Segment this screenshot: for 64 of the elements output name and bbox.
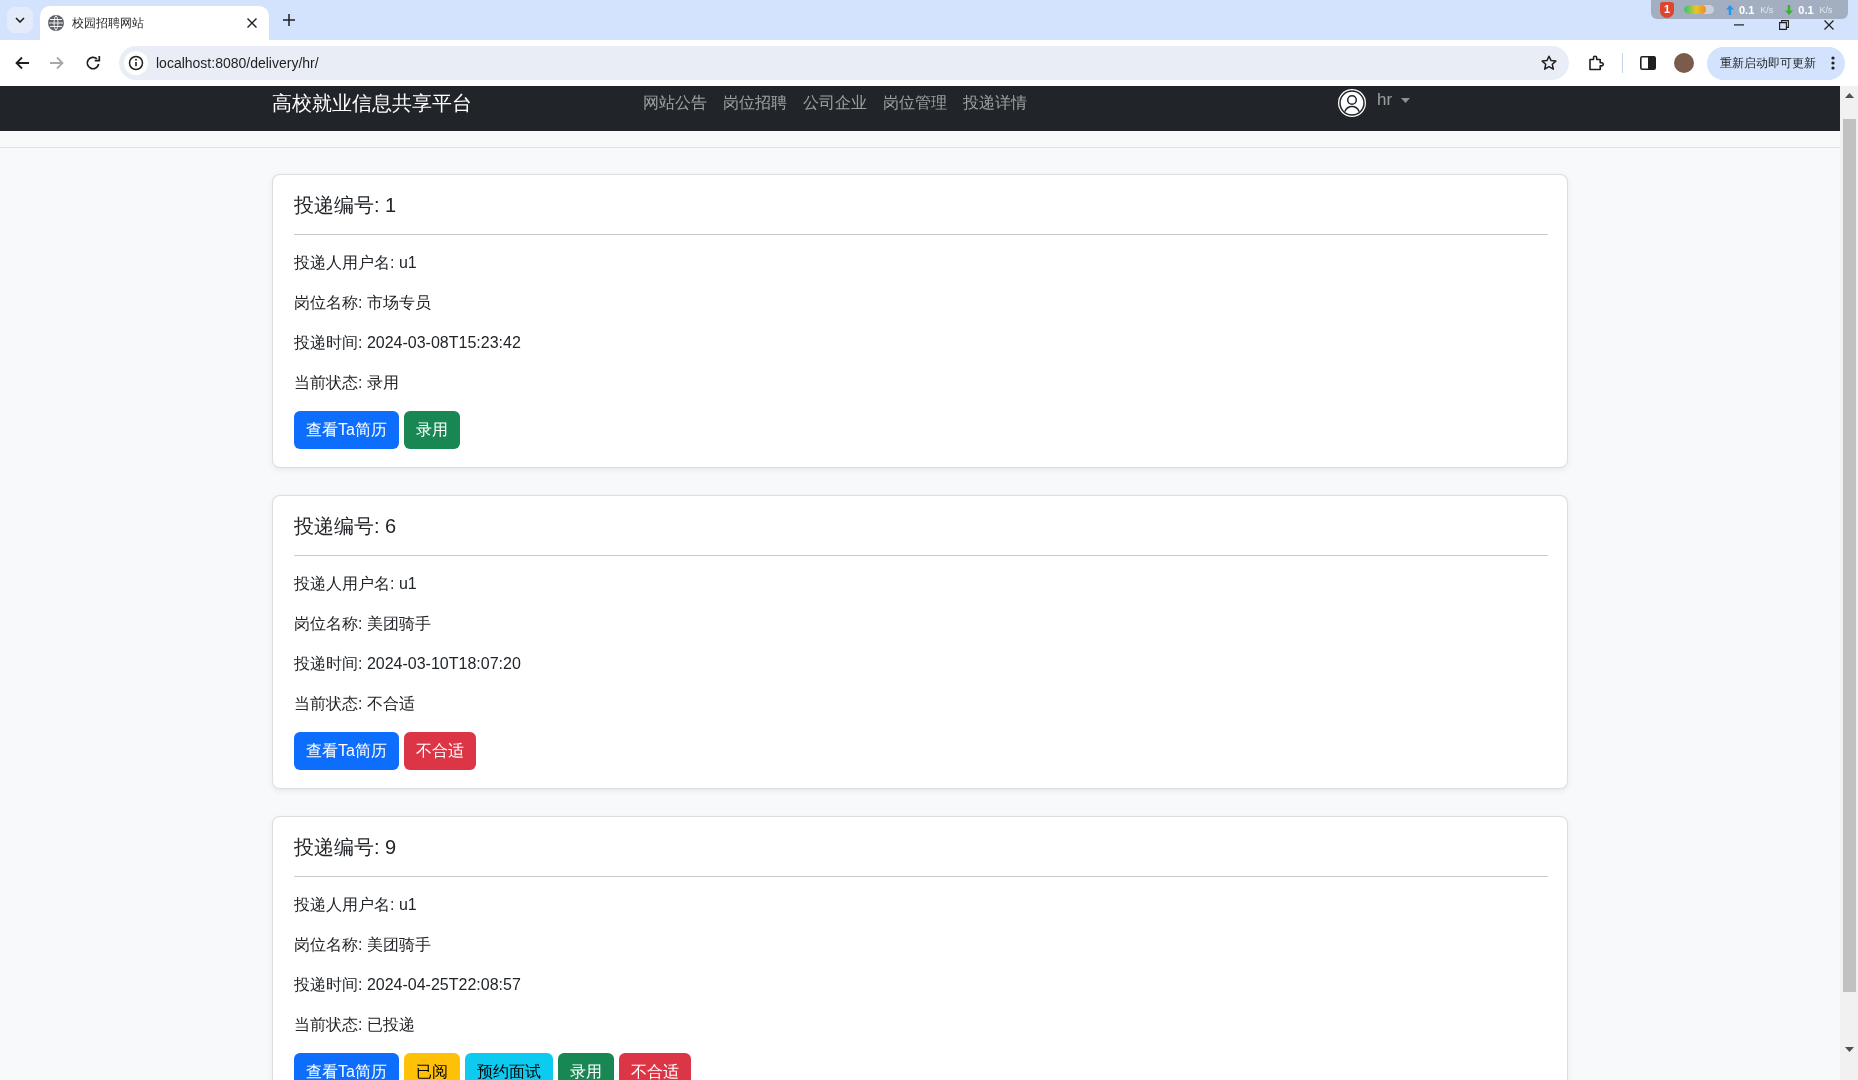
- caret-icon: [1401, 97, 1411, 103]
- nav-link[interactable]: 岗位管理: [875, 91, 955, 115]
- action-button[interactable]: 不合适: [403, 732, 476, 770]
- rate-unit: K/s: [1760, 4, 1774, 15]
- scroll-up-icon[interactable]: [1844, 93, 1854, 98]
- detail-text: 投递时间: 2024-04-25T22:08:57: [294, 975, 522, 995]
- detail-text: 投递时间: 2024-03-08T15:23:42: [294, 333, 522, 353]
- close-icon[interactable]: [247, 18, 257, 28]
- user-menu[interactable]: hr: [1377, 90, 1411, 110]
- detail-text: 投递人用户名: u1: [294, 895, 418, 915]
- detail-text: 当前状态: 不合适: [294, 694, 416, 714]
- action-button[interactable]: 不合适: [618, 1053, 691, 1080]
- detail-text: 投递时间: 2024-03-10T18:07:20: [294, 654, 522, 674]
- meter-icon: [1684, 5, 1714, 14]
- nav-link[interactable]: 网站公告: [635, 91, 715, 115]
- download-rate: 0.1: [1798, 3, 1814, 16]
- star-icon[interactable]: [1541, 55, 1557, 71]
- nav-link[interactable]: 投递详情: [955, 91, 1035, 115]
- detail-text: 投递人用户名: u1: [294, 253, 418, 273]
- rate-unit: K/s: [1819, 4, 1833, 15]
- restore-icon[interactable]: [1779, 20, 1789, 30]
- update-button[interactable]: 重新启动即可更新: [1707, 46, 1845, 80]
- globe-icon: [48, 15, 64, 31]
- action-button[interactable]: 录用: [403, 411, 460, 449]
- side-panel-icon[interactable]: [1640, 56, 1656, 70]
- card-title: 投递编号: 9: [294, 835, 398, 859]
- detail-text: 投递人用户名: u1: [294, 574, 418, 594]
- detail-text: 岗位名称: 美团骑手: [294, 935, 432, 955]
- reload-icon[interactable]: [85, 55, 101, 71]
- browser-tab[interactable]: 校园招聘网站: [40, 6, 269, 40]
- detail-text: 当前状态: 录用: [294, 373, 400, 393]
- action-button[interactable]: 预约面试: [464, 1053, 553, 1080]
- action-button[interactable]: 查看Ta简历: [294, 411, 399, 449]
- action-button[interactable]: 已阅: [403, 1053, 460, 1080]
- tab-title: 校园招聘网站: [72, 14, 145, 32]
- user-avatar-icon[interactable]: [1338, 89, 1366, 117]
- down-arrow-icon: [1785, 4, 1794, 15]
- card-title: 投递编号: 1: [294, 193, 398, 217]
- scrollbar[interactable]: [1840, 86, 1858, 1080]
- action-button[interactable]: 查看Ta简历: [294, 732, 399, 770]
- profile-avatar[interactable]: [1674, 53, 1694, 73]
- detail-text: 岗位名称: 市场专员: [294, 293, 432, 313]
- site-title[interactable]: 高校就业信息共享平台: [272, 91, 635, 115]
- nav-link[interactable]: 公司企业: [795, 91, 875, 115]
- up-arrow-icon: [1726, 4, 1734, 15]
- new-tab-icon[interactable]: [283, 14, 295, 26]
- action-button[interactable]: 查看Ta简历: [294, 1053, 399, 1080]
- close-icon[interactable]: [1824, 20, 1834, 30]
- address-bar[interactable]: localhost:8080/delivery/hr/: [119, 46, 1569, 80]
- upload-rate: 0.1: [1739, 3, 1755, 16]
- scrollbar-thumb[interactable]: [1842, 119, 1856, 992]
- puzzle-icon[interactable]: [1588, 55, 1604, 71]
- back-icon[interactable]: [14, 55, 30, 71]
- detail-text: 岗位名称: 美团骑手: [294, 614, 432, 634]
- more-icon[interactable]: [1831, 56, 1835, 70]
- card-title: 投递编号: 6: [294, 514, 398, 538]
- detail-text: 当前状态: 已投递: [294, 1015, 416, 1035]
- scroll-down-icon[interactable]: [1844, 1047, 1854, 1052]
- nav-link[interactable]: 岗位招聘: [715, 91, 795, 115]
- tab-list-button[interactable]: [7, 7, 33, 33]
- chevron-down-icon: [15, 17, 25, 23]
- info-icon[interactable]: [124, 51, 148, 75]
- shield-badge: 1: [1660, 1, 1674, 18]
- action-button[interactable]: 录用: [557, 1053, 614, 1080]
